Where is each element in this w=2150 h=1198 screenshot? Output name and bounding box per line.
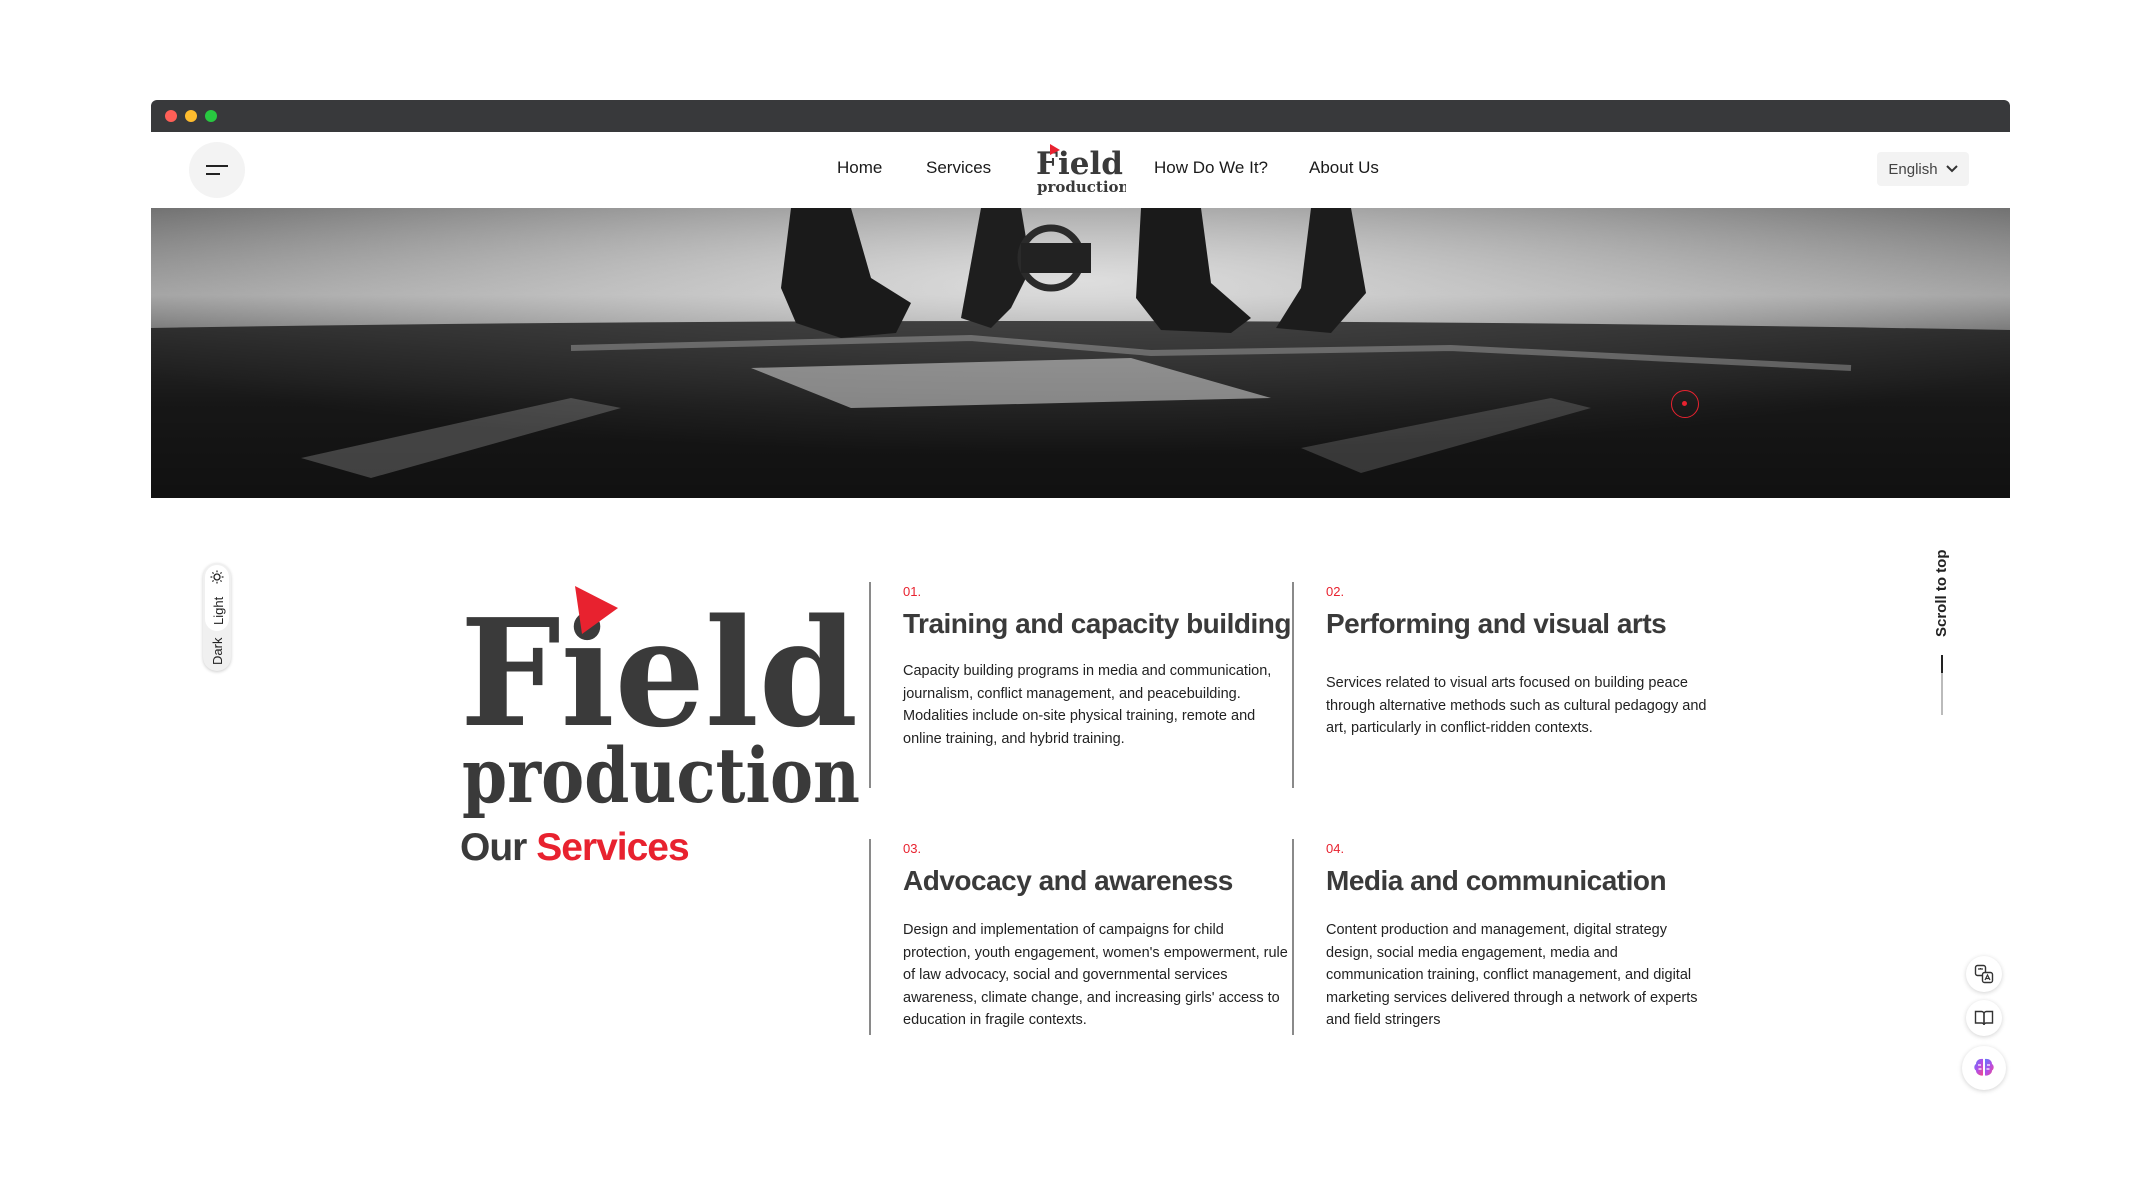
scroll-to-top-label: Scroll to top: [1933, 549, 1950, 638]
service-title: Advocacy and awareness: [903, 865, 1233, 896]
service-title: Media and communication: [1326, 865, 1667, 896]
scroll-to-top-button[interactable]: Scroll to top: [1930, 545, 1954, 715]
section-heading: Our Services: [460, 826, 690, 870]
brain-icon: [1974, 1058, 1994, 1076]
service-card-media: 04. Media and communication Content prod…: [1292, 839, 1716, 1035]
heading-our: Our: [460, 826, 527, 869]
close-window-button[interactable]: [165, 110, 177, 122]
service-description: Capacity building programs in media and …: [903, 663, 1272, 747]
service-title: Training and capacity building: [903, 608, 1291, 639]
language-label: English: [1888, 160, 1938, 178]
field-production-logo: Field production: [460, 586, 860, 818]
menu-line-icon: [206, 173, 220, 175]
top-navigation: Home Services Field production How Do We…: [151, 132, 2010, 208]
light-mode-label: Light: [211, 596, 226, 625]
nav-logo-word-production: production: [1037, 178, 1126, 196]
nav-link-home[interactable]: Home: [837, 158, 882, 178]
scroll-progress-indicator: [1941, 655, 1943, 673]
logo-word-production: production: [462, 731, 860, 818]
hero-hotspot-button[interactable]: [1671, 390, 1699, 418]
nav-link-about-us[interactable]: About Us: [1309, 158, 1379, 178]
menu-line-icon: [206, 165, 228, 167]
dark-mode-label[interactable]: Dark: [210, 638, 225, 665]
service-card-training: 01. Training and capacity building Capac…: [869, 582, 1293, 788]
sun-icon: [210, 570, 224, 584]
service-number: 03.: [903, 841, 922, 856]
hamburger-menu-button[interactable]: [189, 142, 245, 198]
reader-mode-button[interactable]: [1966, 1000, 2002, 1036]
service-title: Performing and visual arts: [1326, 608, 1667, 639]
service-description: Content production and management, digit…: [1326, 922, 1698, 1028]
light-mode-option[interactable]: Light: [205, 565, 229, 631]
theme-toggle[interactable]: Light Dark: [203, 563, 231, 671]
hero-photo-illustration: [151, 208, 2010, 498]
language-selector[interactable]: English: [1877, 152, 1969, 186]
nav-link-how-do-we-it[interactable]: How Do We It?: [1154, 158, 1268, 178]
translate-icon: [1974, 964, 1994, 984]
translate-button[interactable]: [1966, 956, 2002, 992]
minimize-window-button[interactable]: [185, 110, 197, 122]
ai-assistant-button[interactable]: [1962, 1046, 2006, 1090]
service-number: 02.: [1326, 584, 1345, 599]
hero-image: [151, 208, 2010, 498]
reader-icon: [1974, 1010, 1994, 1026]
nav-link-services[interactable]: Services: [926, 158, 991, 178]
service-card-arts: 02. Performing and visual arts Services …: [1292, 582, 1716, 788]
service-description: Design and implementation of campaigns f…: [903, 922, 1288, 1028]
heading-services: Services: [536, 826, 689, 869]
window-chrome: [151, 100, 2010, 132]
service-number: 01.: [903, 584, 922, 599]
maximize-window-button[interactable]: [205, 110, 217, 122]
service-description: Services related to visual arts focused …: [1326, 675, 1707, 736]
service-card-advocacy: 03. Advocacy and awareness Design and im…: [869, 839, 1293, 1035]
nav-logo-word-field: Field: [1036, 146, 1123, 182]
chevron-down-icon: [1945, 165, 1958, 173]
service-number: 04.: [1326, 841, 1345, 856]
nav-logo[interactable]: Field production: [1036, 144, 1126, 196]
